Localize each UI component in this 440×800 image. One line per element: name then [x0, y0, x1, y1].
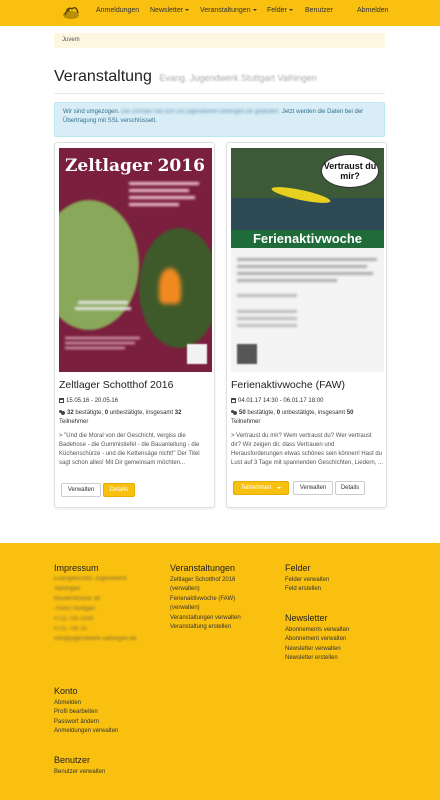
footer-konto-heading: Konto: [54, 686, 78, 696]
event-title: Zeltlager Schotthof 2016: [59, 379, 174, 391]
users-icon: [59, 410, 65, 415]
verwalten-button[interactable]: Verwalten: [293, 481, 333, 495]
footer-benutzer-heading: Benutzer: [54, 755, 91, 765]
nav-abmelden[interactable]: Abmelden: [357, 7, 389, 14]
event-poster-image[interactable]: Vertraust du mir? Ferienaktivwoche: [231, 148, 384, 372]
footer-felder-heading: Felder: [285, 563, 311, 573]
impressum-line: 70563 Stuttgart: [54, 606, 96, 612]
info-alert: Wir sind umgezogen. Die Domain hat sich …: [54, 102, 385, 137]
users-icon: [231, 410, 237, 415]
event-card: Vertraust du mir? Ferienaktivwoche Ferie…: [226, 142, 387, 508]
nav-benutzer[interactable]: Benutzer: [305, 7, 333, 14]
caret-down-icon: [185, 9, 190, 12]
stat-confirmed-label: bestätigte,: [245, 410, 277, 416]
event-date: 15.05.16 - 20.05.16: [59, 398, 118, 404]
poster-banner: Ferienaktivwoche: [231, 230, 384, 248]
event-title: Ferienaktivwoche (FAW): [231, 379, 345, 391]
caret-down-icon: [252, 9, 257, 12]
calendar-icon: [231, 398, 236, 403]
event-date: 04.01.17 14:30 - 06.01.17 18:00: [231, 398, 323, 404]
verwalten-button[interactable]: Verwalten: [61, 483, 101, 497]
stat-total-count: 32: [174, 410, 182, 416]
footer-link[interactable]: Newsletter verwalten: [285, 646, 341, 652]
footer-link[interactable]: Veranstaltungen verwalten: [170, 615, 241, 621]
poster-qr-code: [187, 344, 207, 364]
breadcrumb-item[interactable]: Juvem: [62, 37, 80, 43]
event-description: > Vertraust du mir? Wem vertraust du? We…: [231, 433, 383, 466]
page-title-text: Veranstaltung: [54, 68, 152, 85]
poster-text-block: [237, 254, 379, 364]
footer-link[interactable]: (verwalten): [170, 586, 200, 592]
impressum-line: Evangelisches Jugendwerk: [54, 576, 127, 582]
stat-unconfirmed-label: unbestätigte, insgesamt: [108, 410, 175, 416]
stat-unconfirmed-label: unbestätigte, insgesamt: [280, 410, 347, 416]
footer-link[interactable]: Felder verwalten: [285, 577, 329, 583]
footer-link[interactable]: Profil bearbeiten: [54, 709, 98, 715]
caret-down-icon: [288, 9, 293, 12]
nav-felder[interactable]: Felder: [267, 7, 293, 14]
footer-link[interactable]: Anmeldungen verwalten: [54, 728, 118, 734]
footer-link[interactable]: (verwalten): [170, 605, 200, 611]
footer-veranstaltungen-heading: Veranstaltungen: [170, 563, 236, 573]
footer-link[interactable]: Passwort ändern: [54, 719, 99, 725]
poster-title: Zeltlager 2016: [65, 156, 205, 176]
nav-newsletter-label: Newsletter: [150, 7, 184, 14]
poster-fire: [159, 268, 181, 304]
footer-link[interactable]: Abmelden: [54, 700, 81, 706]
impressum-line: Musterstrasse 38: [54, 596, 101, 602]
event-date-text: 15.05.16 - 20.05.16: [66, 398, 119, 404]
impressum-line: Vaihingen: [54, 586, 81, 592]
nav-felder-label: Felder: [267, 7, 287, 14]
stat-confirmed-count: 50: [239, 410, 246, 416]
caret-down-icon[interactable]: [277, 487, 282, 489]
poster-qr-code: [237, 344, 257, 364]
event-description: > "Und die Moral von der Geschicht, verg…: [59, 433, 200, 466]
impressum-line: 0711 735 1535: [54, 616, 94, 622]
nav-newsletter[interactable]: Newsletter: [150, 7, 190, 14]
event-stats: 50 bestätigte, 0 unbestätigte, insgesamt…: [231, 409, 383, 427]
footer-link[interactable]: Newsletter erstellen: [285, 655, 338, 661]
page-title: Veranstaltung Evang. Jugendwerk Stuttgar…: [54, 68, 317, 86]
footer-link[interactable]: Abonnements verwalten: [285, 627, 349, 633]
impressum-line: 0711 735 15: [54, 626, 87, 632]
breadcrumb: Juvem: [54, 33, 385, 48]
poster-caption: [73, 298, 133, 322]
page-subtitle: Evang. Jugendwerk Stuttgart Vaihingen: [159, 73, 317, 83]
poster-text-block: [129, 178, 205, 218]
stat-suffix: Teilnehmer: [59, 419, 89, 425]
footer-link[interactable]: Veranstaltung erstellen: [170, 624, 231, 630]
nav-veranstaltungen[interactable]: Veranstaltungen: [200, 7, 257, 14]
event-poster-image[interactable]: Zeltlager 2016: [59, 148, 212, 372]
footer-link[interactable]: Abonnement verwalten: [285, 636, 346, 642]
footer-link[interactable]: Feld erstellen: [285, 586, 321, 592]
event-date-text: 04.01.17 14:30 - 06.01.17 18:00: [238, 398, 324, 404]
details-button[interactable]: Details: [103, 483, 135, 497]
footer-link[interactable]: Benutzer verwalten: [54, 769, 105, 775]
stat-confirmed-label: bestätigte,: [73, 410, 105, 416]
alert-text-a: Wir sind umgezogen.: [63, 109, 120, 115]
event-stats: 32 bestätigte, 0 unbestätigte, insgesamt…: [59, 409, 211, 427]
teilnehmen-label: Teilnehmen: [240, 485, 272, 491]
details-button[interactable]: Details: [335, 481, 365, 495]
teilnehmen-button[interactable]: Teilnehmen: [233, 481, 289, 495]
alert-text-b: Die Domain hat sich zur jugendwerk-vaihi…: [121, 109, 281, 115]
divider: [54, 93, 385, 94]
footer-newsletter-heading: Newsletter: [285, 613, 328, 623]
logo-icon[interactable]: [60, 3, 82, 21]
top-navbar: Anmeldungen Newsletter Veranstaltungen F…: [0, 0, 440, 26]
calendar-icon: [59, 398, 64, 403]
footer: Impressum Evangelisches Jugendwerk Vaihi…: [0, 543, 440, 800]
nav-veranstaltungen-label: Veranstaltungen: [200, 7, 251, 14]
impressum-line: info@jugendwerk-vaihingen.de: [54, 636, 137, 642]
footer-impressum-heading: Impressum: [54, 563, 99, 573]
event-card: Zeltlager 2016 Zeltlager Schotthof 2016 …: [54, 142, 215, 508]
footer-link[interactable]: Zeltlager Schotthof 2016: [170, 577, 235, 583]
poster-speech-bubble: Vertraust du mir?: [321, 154, 379, 188]
stat-confirmed-count: 32: [67, 410, 74, 416]
stat-suffix: Teilnehmer: [231, 419, 261, 425]
nav-anmeldungen[interactable]: Anmeldungen: [96, 7, 139, 14]
poster-footer-text: [65, 334, 145, 364]
footer-link[interactable]: Ferienaktivwoche (FAW): [170, 596, 235, 602]
stat-total-count: 50: [346, 410, 354, 416]
